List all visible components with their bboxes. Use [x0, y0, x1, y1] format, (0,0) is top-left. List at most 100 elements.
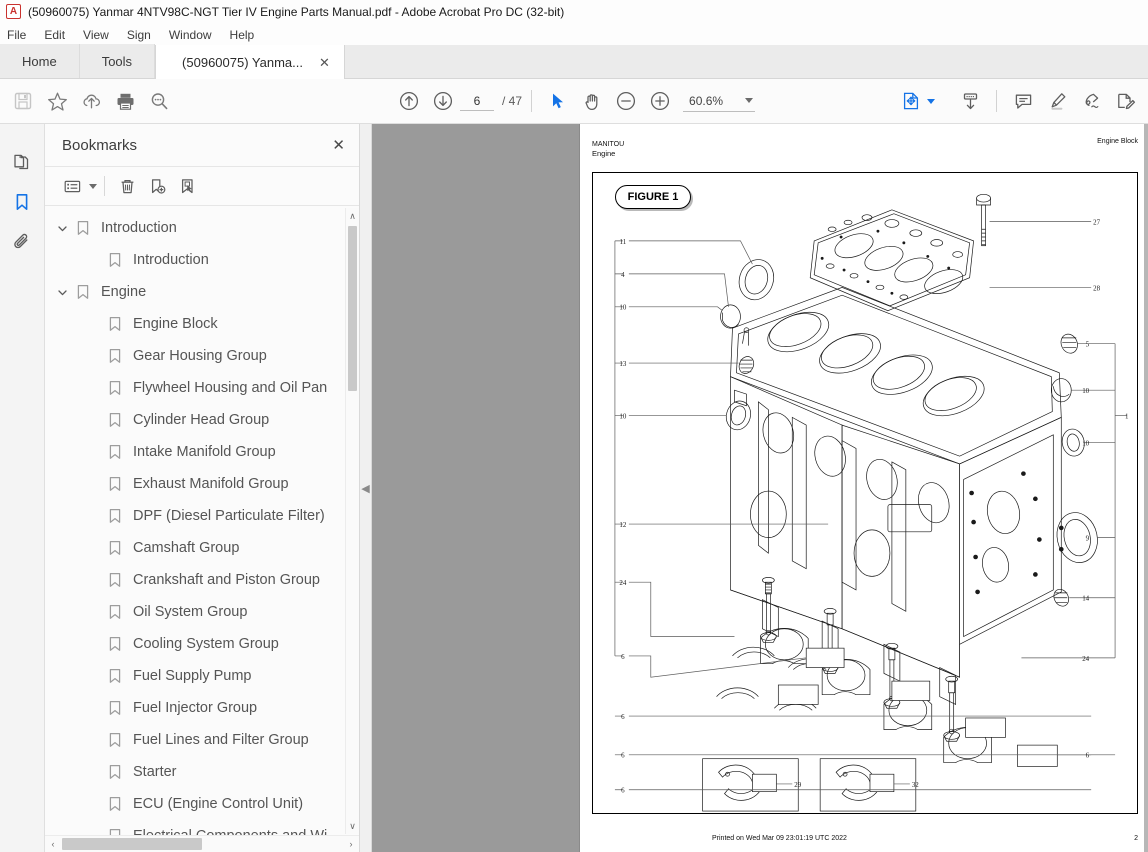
bookmark-item[interactable]: Engine	[45, 276, 359, 308]
toolbar-divider-2	[996, 90, 997, 112]
bookmark-item[interactable]: Cooling System Group	[45, 628, 359, 660]
bookmark-item[interactable]: ECU (Engine Control Unit)	[45, 788, 359, 820]
tab-document-label: (50960075) Yanma...	[182, 54, 303, 70]
edit-pdf-button[interactable]	[1108, 84, 1142, 118]
bookmark-item[interactable]: Flywheel Housing and Oil Pan	[45, 372, 359, 404]
chevron-placeholder	[85, 731, 103, 749]
fit-page-chevron-down-icon[interactable]	[927, 98, 935, 104]
close-icon[interactable]: ✕	[332, 138, 345, 153]
find-bookmark-button[interactable]	[172, 172, 202, 200]
bookmarks-scroll-thumb[interactable]	[348, 226, 357, 391]
page-number-input[interactable]	[460, 91, 494, 111]
callout-right-10a: 10	[1082, 388, 1090, 395]
bookmark-item[interactable]: Fuel Injector Group	[45, 692, 359, 724]
print-button[interactable]	[108, 84, 142, 118]
fit-page-button[interactable]	[897, 84, 925, 118]
tab-home[interactable]: Home	[0, 44, 80, 78]
chevron-placeholder	[85, 635, 103, 653]
bookmark-item[interactable]: Fuel Lines and Filter Group	[45, 724, 359, 756]
zoom-out-button[interactable]	[609, 84, 643, 118]
page-thumbnails-button[interactable]	[6, 142, 38, 182]
attachments-button[interactable]	[6, 222, 38, 262]
chevron-down-icon[interactable]	[53, 219, 71, 237]
bookmark-icon	[73, 284, 93, 300]
panel-splitter[interactable]: ◀	[360, 124, 372, 852]
callout-left-6d: 6	[621, 788, 625, 795]
callout-right-27: 27	[1093, 219, 1101, 226]
bookmark-icon	[105, 540, 125, 556]
next-page-button[interactable]	[426, 84, 460, 118]
callout-detail-29: 29	[794, 782, 802, 789]
bookmark-options-button[interactable]	[57, 172, 87, 200]
bookmark-label: Introduction	[101, 220, 177, 236]
chevron-down-icon[interactable]	[53, 283, 71, 301]
bookmark-item[interactable]: Introduction	[45, 212, 359, 244]
bookmark-item[interactable]: Exhaust Manifold Group	[45, 468, 359, 500]
favorite-button[interactable]	[40, 84, 74, 118]
find-button[interactable]	[142, 84, 176, 118]
menu-help[interactable]: Help	[230, 27, 264, 43]
navigation-rail	[0, 124, 45, 852]
zoom-level-dropdown[interactable]: 60.6%	[683, 90, 756, 112]
scroll-right-arrow-icon[interactable]: ›	[343, 839, 359, 849]
bookmark-item[interactable]: Camshaft Group	[45, 532, 359, 564]
bookmark-icon	[105, 764, 125, 780]
menu-edit[interactable]: Edit	[44, 27, 74, 43]
sign-button[interactable]	[1074, 84, 1108, 118]
scroll-left-arrow-icon[interactable]: ‹	[45, 839, 61, 849]
bookmark-item[interactable]: Oil System Group	[45, 596, 359, 628]
previous-page-button[interactable]	[392, 84, 426, 118]
save-button[interactable]	[6, 84, 40, 118]
bookmark-item[interactable]: DPF (Diesel Particulate Filter)	[45, 500, 359, 532]
delete-bookmark-button[interactable]	[112, 172, 142, 200]
bookmarks-panel-toolbar	[45, 166, 359, 206]
callout-left-6b: 6	[621, 714, 625, 721]
tab-tools[interactable]: Tools	[79, 44, 156, 78]
bookmark-item[interactable]: Engine Block	[45, 308, 359, 340]
bookmark-item[interactable]: Starter	[45, 756, 359, 788]
scroll-down-arrow-icon[interactable]: ∨	[346, 818, 359, 834]
bookmark-label: Starter	[133, 764, 177, 780]
bookmark-item[interactable]: Fuel Supply Pump	[45, 660, 359, 692]
menu-view[interactable]: View	[83, 27, 118, 43]
close-icon[interactable]: ✕	[319, 56, 330, 69]
bookmark-icon	[105, 444, 125, 460]
acrobat-window: A (50960075) Yanmar 4NTV98C-NGT Tier IV …	[0, 0, 1148, 852]
callout-right-24: 24	[1082, 656, 1090, 663]
bookmarks-panel: Bookmarks ✕ Introduction Introduction En…	[45, 124, 360, 852]
comment-button[interactable]	[1006, 84, 1040, 118]
bookmarks-button[interactable]	[6, 182, 38, 222]
bookmark-item[interactable]: Intake Manifold Group	[45, 436, 359, 468]
bookmark-icon	[105, 348, 125, 364]
bookmark-item[interactable]: Introduction	[45, 244, 359, 276]
menu-sign[interactable]: Sign	[127, 27, 160, 43]
bookmark-label: Flywheel Housing and Oil Pan	[133, 380, 328, 396]
save-to-cloud-button[interactable]	[74, 84, 108, 118]
viewer-right-scrollbar[interactable]	[1144, 124, 1148, 852]
options-chevron-down-icon[interactable]	[89, 183, 97, 189]
zoom-in-button[interactable]	[643, 84, 677, 118]
tab-document[interactable]: (50960075) Yanma... ✕	[155, 45, 345, 79]
select-tool-button[interactable]	[541, 84, 575, 118]
new-bookmark-button[interactable]	[142, 172, 172, 200]
hand-tool-button[interactable]	[575, 84, 609, 118]
document-viewer[interactable]: MANITOU Engine Block Engine FIGURE 1 11 …	[372, 124, 1148, 852]
bookmark-item[interactable]: Gear Housing Group	[45, 340, 359, 372]
chevron-placeholder	[85, 379, 103, 397]
chevron-placeholder	[85, 763, 103, 781]
highlight-button[interactable]	[1040, 84, 1074, 118]
menu-window[interactable]: Window	[169, 27, 221, 43]
bookmarks-horizontal-scrollbar[interactable]: ‹ ›	[45, 835, 359, 852]
bookmark-item[interactable]: Cylinder Head Group	[45, 404, 359, 436]
bookmarks-list[interactable]: Introduction Introduction Engine Engine Blo…	[45, 206, 359, 852]
collapse-panel-arrow-icon[interactable]: ◀	[361, 482, 369, 495]
chevron-placeholder	[85, 347, 103, 365]
bookmarks-vertical-scrollbar[interactable]: ∧ ∨	[345, 208, 359, 834]
bookmark-item[interactable]: Crankshaft and Piston Group	[45, 564, 359, 596]
bookmarks-hscroll-thumb[interactable]	[62, 838, 202, 850]
menu-file[interactable]: File	[7, 27, 35, 43]
bookmark-label: Cooling System Group	[133, 636, 279, 652]
scroll-mode-button[interactable]	[953, 84, 987, 118]
add-bookmark-icon	[151, 178, 165, 194]
scroll-up-arrow-icon[interactable]: ∧	[346, 208, 359, 224]
